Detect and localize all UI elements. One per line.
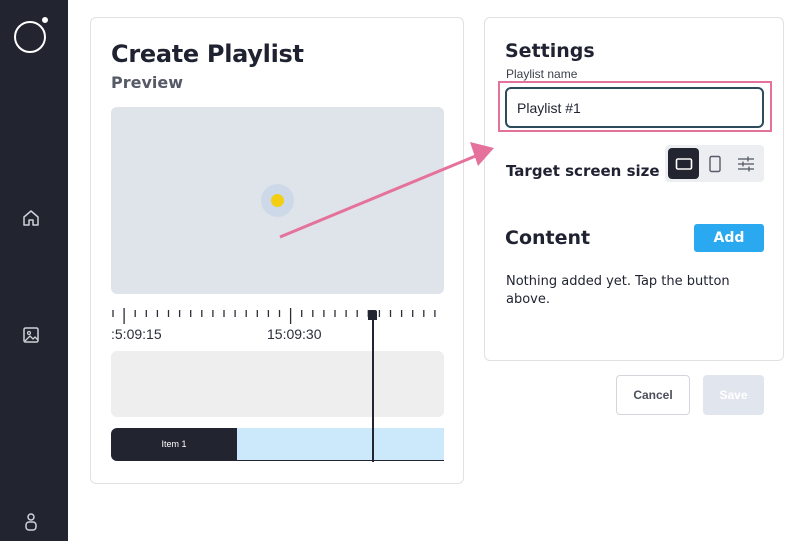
page-title: Create Playlist [111, 40, 304, 68]
user-icon[interactable] [21, 512, 41, 532]
sidebar [0, 0, 68, 541]
target-screen-label: Target screen size [506, 162, 660, 180]
portrait-option[interactable] [699, 148, 730, 179]
playlist-name-label: Playlist name [506, 67, 578, 81]
timeline-track[interactable] [111, 351, 444, 417]
screen-size-toggle [665, 145, 764, 182]
add-content-button[interactable]: Add [694, 224, 764, 252]
timeline-item-track[interactable] [236, 428, 444, 461]
image-icon[interactable] [21, 325, 41, 345]
cancel-button[interactable]: Cancel [616, 375, 690, 415]
timeline-start-time: :5:09:15 [111, 326, 162, 342]
home-icon[interactable] [21, 208, 41, 228]
preview-marker[interactable] [271, 194, 284, 207]
timeline-mid-time: 15:09:30 [267, 326, 322, 342]
timeline-ruler[interactable] [111, 308, 444, 326]
sliders-icon [737, 156, 754, 171]
playlist-name-input[interactable] [505, 87, 764, 128]
settings-card: Settings Playlist name Target screen siz… [484, 17, 784, 361]
landscape-screen-icon [675, 157, 692, 170]
custom-size-option[interactable] [730, 148, 761, 179]
timeline-item[interactable]: Item 1 [111, 428, 237, 461]
empty-content-message: Nothing added yet. Tap the button above. [506, 274, 730, 307]
settings-title: Settings [505, 40, 595, 62]
app-logo-icon[interactable] [14, 21, 46, 53]
preview-canvas[interactable] [111, 107, 444, 294]
content-title: Content [505, 227, 591, 249]
landscape-option[interactable] [668, 148, 699, 179]
playhead-line [372, 316, 374, 462]
preview-label: Preview [111, 73, 184, 92]
editor-card: Create Playlist Preview :5:09:15 15:09:3… [90, 17, 464, 484]
save-button[interactable]: Save [703, 375, 764, 415]
portrait-screen-icon [708, 155, 721, 172]
notification-dot [41, 16, 49, 24]
